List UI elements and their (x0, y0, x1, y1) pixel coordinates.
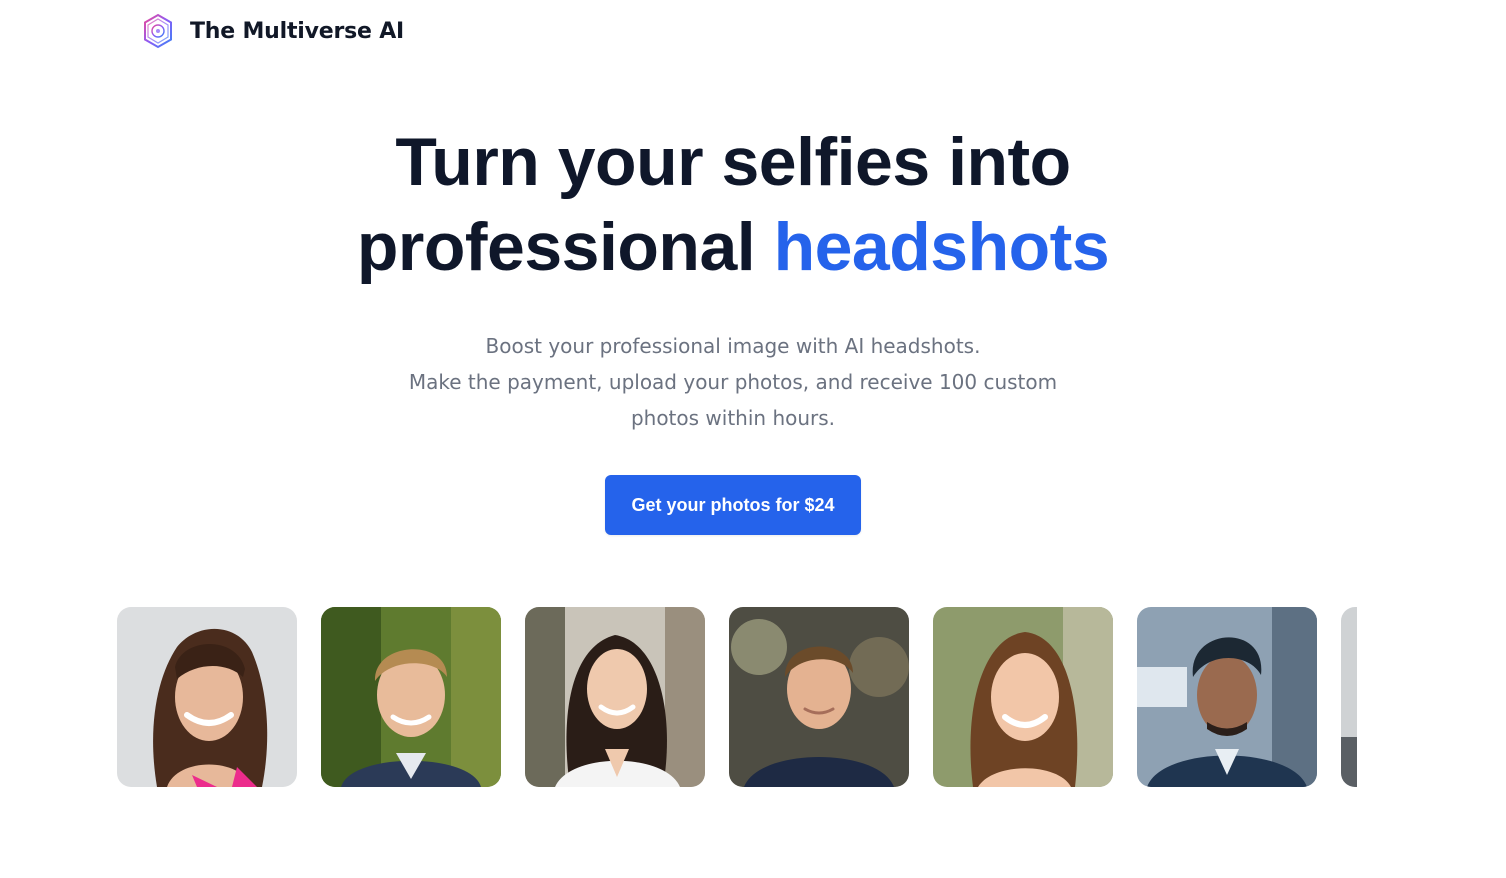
hero-headline: Turn your selfies into professional head… (0, 120, 1466, 290)
headshot-photo-3[interactable] (525, 607, 705, 787)
subtitle-line-1: Boost your professional image with AI he… (485, 334, 981, 358)
headline-accent-word: headshots (773, 209, 1110, 285)
hero-section: Turn your selfies into professional head… (0, 120, 1466, 290)
subtitle-line-2: Make the payment, upload your photos, an… (408, 370, 1058, 430)
headshot-photo-4[interactable] (729, 607, 909, 787)
get-photos-button[interactable]: Get your photos for $24 (605, 475, 861, 535)
headshot-photo-2[interactable] (321, 607, 501, 787)
headshot-gallery (117, 607, 1357, 787)
multiverse-logo-icon[interactable] (140, 13, 176, 49)
brand-name[interactable]: The Multiverse AI (190, 19, 404, 44)
headshot-photo-5[interactable] (933, 607, 1113, 787)
hero-subtitle: Boost your professional image with AI he… (0, 328, 1466, 436)
headline-line-2-plain: professional (356, 209, 756, 285)
headline-line-1: Turn your selfies into (395, 124, 1071, 200)
headshot-photo-7[interactable] (1341, 607, 1357, 787)
headshot-photo-6[interactable] (1137, 607, 1317, 787)
site-header: The Multiverse AI (140, 13, 404, 49)
headshot-photo-1[interactable] (117, 607, 297, 787)
